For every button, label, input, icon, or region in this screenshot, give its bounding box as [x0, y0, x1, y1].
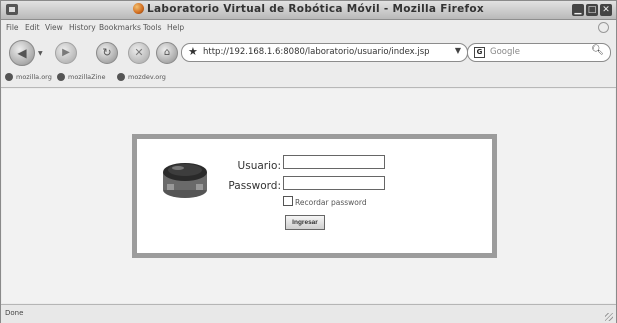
- close-button[interactable]: ✕: [600, 4, 612, 16]
- search-icon[interactable]: 🔍︎: [591, 45, 604, 56]
- search-placeholder[interactable]: Google: [490, 47, 520, 57]
- menu-bar: File Edit View History Bookmarks Tools H…: [1, 20, 616, 34]
- maximize-button[interactable]: □: [586, 4, 598, 16]
- menu-file[interactable]: File: [6, 23, 19, 32]
- remember-password-checkbox[interactable]: [283, 196, 293, 206]
- search-engine-icon[interactable]: G: [474, 47, 485, 58]
- window-controls: ▁ □ ✕: [572, 4, 612, 16]
- url-dropdown-icon[interactable]: ▼: [455, 46, 461, 55]
- minimize-button[interactable]: ▁: [572, 4, 584, 16]
- username-label: Usuario:: [237, 160, 281, 172]
- password-input[interactable]: [283, 176, 385, 190]
- throbber-icon: [598, 22, 609, 33]
- status-text: Done: [5, 309, 24, 317]
- mozdev-icon: [117, 73, 125, 81]
- reload-button[interactable]: ↻: [96, 42, 118, 64]
- menu-view[interactable]: View: [45, 23, 63, 32]
- username-input[interactable]: [283, 155, 385, 169]
- login-submit-button[interactable]: Ingresar: [285, 215, 325, 230]
- mozilla-icon: [5, 73, 13, 81]
- stop-icon: ✕: [134, 46, 144, 59]
- stop-button[interactable]: ✕: [128, 42, 150, 64]
- bookmark-label: mozillaZine: [68, 73, 106, 81]
- back-arrow-icon: ◀: [17, 46, 27, 60]
- bookmark-label: mozdev.org: [128, 73, 166, 81]
- forward-arrow-icon: ▶: [62, 47, 70, 58]
- window-title: Laboratorio Virtual de Robótica Móvil - …: [1, 3, 616, 15]
- url-text[interactable]: http://192.168.1.6:8080/laboratorio/usua…: [203, 47, 430, 57]
- menu-tools[interactable]: Tools: [143, 23, 161, 32]
- robot-icon: [163, 163, 207, 198]
- home-icon: ⌂: [163, 47, 171, 58]
- mozillazine-icon: [57, 73, 65, 81]
- title-bar: Laboratorio Virtual de Robótica Móvil - …: [1, 1, 616, 20]
- forward-button[interactable]: ▶: [55, 42, 77, 64]
- menu-bookmarks[interactable]: Bookmarks: [99, 23, 141, 32]
- menu-help[interactable]: Help: [167, 23, 184, 32]
- login-panel: Usuario: Password: Recordar password Ing…: [132, 134, 497, 258]
- bookmark-mozilla[interactable]: mozilla.org: [5, 73, 52, 81]
- menu-history[interactable]: History: [69, 23, 96, 32]
- password-label: Password:: [228, 180, 281, 192]
- status-bar: Done: [1, 304, 616, 323]
- bookmark-mozillazine[interactable]: mozillaZine: [57, 73, 106, 81]
- browser-window: Laboratorio Virtual de Robótica Móvil - …: [0, 0, 617, 323]
- resize-grip-icon[interactable]: [605, 313, 613, 321]
- page-content: Usuario: Password: Recordar password Ing…: [2, 89, 615, 303]
- bookmark-mozdev[interactable]: mozdev.org: [117, 73, 166, 81]
- navigation-toolbar: ◀ ▼ ▶ ↻ ✕ ⌂ ★ http://192.168.1.6:8080/la…: [1, 36, 616, 68]
- search-bar[interactable]: G Google 🔍︎: [467, 43, 611, 62]
- back-history-dropdown-icon[interactable]: ▼: [38, 50, 43, 57]
- menu-edit[interactable]: Edit: [25, 23, 40, 32]
- bookmark-star-icon[interactable]: ★: [188, 45, 198, 58]
- reload-icon: ↻: [102, 46, 112, 59]
- bookmarks-toolbar: mozilla.org mozillaZine mozdev.org: [1, 69, 616, 88]
- home-button[interactable]: ⌂: [156, 42, 178, 64]
- bookmark-label: mozilla.org: [16, 73, 52, 81]
- window-title-text: Laboratorio Virtual de Robótica Móvil - …: [147, 3, 484, 15]
- back-button[interactable]: ◀: [9, 40, 35, 66]
- firefox-icon: [133, 3, 145, 14]
- url-bar[interactable]: ★ http://192.168.1.6:8080/laboratorio/us…: [181, 43, 468, 62]
- remember-password-label[interactable]: Recordar password: [295, 198, 367, 207]
